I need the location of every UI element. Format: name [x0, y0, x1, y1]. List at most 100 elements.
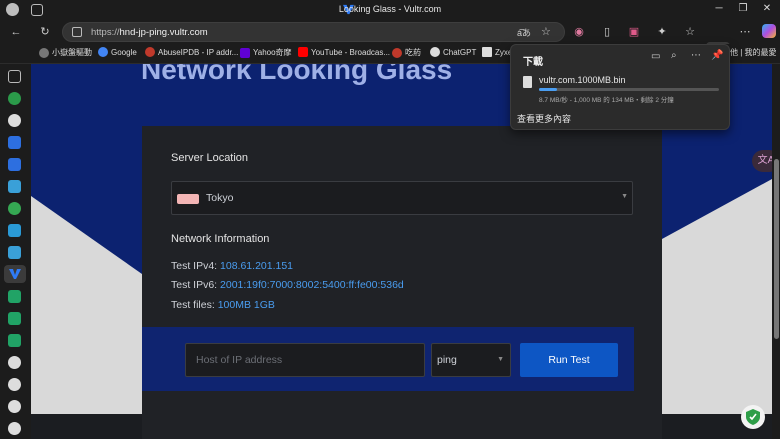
location-value: Tokyo [206, 192, 234, 204]
tab-icon[interactable] [8, 158, 21, 171]
location-select[interactable]: Tokyo ▼ [171, 181, 633, 215]
pin-icon[interactable]: 📌 [711, 50, 723, 61]
bookmark-item-favorites[interactable]: 他 | 我的最愛 [730, 47, 777, 58]
bookmark-label: 小嶽盤驅動 [52, 48, 92, 57]
translate-fab-icon[interactable]: 文A [752, 150, 772, 172]
file-icon [523, 76, 532, 88]
bookmark-item[interactable]: 小嶽盤驅動 [39, 47, 92, 58]
more-menu-icon[interactable]: ⋯ [737, 24, 753, 40]
title-bar: Looking Glass - Vultr.com ─ ❐ ✕ [0, 0, 780, 20]
abuseipdb-icon [145, 47, 155, 57]
ipv6-row: Test IPv6: 2001:19f0:7000:8002:5400:ff:f… [171, 279, 404, 291]
restore-button[interactable]: ❐ [736, 3, 750, 14]
vultr-tab-icon [9, 269, 21, 279]
bookmark-label: Google [111, 47, 137, 57]
bookmark-label: AbuseIPDB - IP addr... [158, 47, 239, 57]
download-file-name[interactable]: vultr.com.1000MB.bin [539, 75, 626, 85]
window-title: Looking Glass - Vultr.com [338, 4, 442, 14]
tab-icon[interactable] [8, 290, 21, 303]
dropdown-caret-icon: ▼ [497, 356, 504, 363]
tab-sidebar [0, 64, 31, 439]
url-text[interactable]: https://hnd-jp-ping.vultr.com [91, 27, 208, 38]
ipv6-link[interactable]: 2001:19f0:7000:8002:5400:ff:fe00:536d [220, 279, 404, 291]
tab-icon[interactable] [8, 400, 21, 413]
tab-icon[interactable] [8, 356, 21, 369]
favorite-star-icon[interactable]: ☆ [541, 25, 551, 38]
tab-icon[interactable] [8, 246, 21, 259]
read-aloud-icon[interactable]: a͡あ [517, 26, 531, 39]
tab-icon[interactable] [8, 312, 21, 325]
bookmark-item[interactable]: YouTube - Broadcas... [298, 47, 390, 57]
ipv4-label: Test IPv4: [171, 260, 218, 272]
host-input[interactable]: Host of IP address [185, 343, 425, 377]
bookmark-item[interactable]: Zyxe [482, 47, 512, 57]
zyxel-icon [482, 47, 492, 57]
method-select[interactable]: ping ▼ [431, 343, 511, 377]
ipv4-link[interactable]: 108.61.201.151 [220, 260, 293, 272]
japan-flag-icon [177, 194, 199, 204]
tab-icon[interactable] [8, 378, 21, 391]
tab-icon[interactable] [8, 202, 21, 215]
tab-icon[interactable] [8, 70, 21, 83]
extension-mouse-icon[interactable]: ▯ [599, 24, 615, 40]
bookmark-label: YouTube - Broadcas... [311, 47, 391, 57]
server-location-heading: Server Location [171, 152, 249, 164]
google-icon [98, 47, 108, 57]
network-info-heading: Network Information [171, 233, 270, 245]
minimize-button[interactable]: ─ [712, 3, 726, 14]
tab-icon[interactable] [8, 92, 21, 105]
bookmark-item[interactable]: Google [98, 47, 137, 57]
bookmark-label: 吃葯 [405, 48, 421, 57]
page-title: Network Looking Glass [141, 64, 453, 85]
back-icon[interactable]: ← [8, 24, 24, 40]
see-more-link[interactable]: 查看更多內容 [517, 112, 571, 125]
browser-toolbar: ← ↻ https://hnd-jp-ping.vultr.com a͡あ ☆ … [0, 20, 780, 62]
downloads-title: 下載 [523, 57, 543, 68]
site-info-icon[interactable] [72, 27, 82, 37]
active-tab-highlight[interactable] [4, 265, 26, 283]
test-files-row: Test files: 100MB 1GB [171, 299, 275, 311]
tab-icon[interactable] [8, 114, 21, 127]
favorites-icon[interactable]: ☆ [682, 24, 698, 40]
bookmark-favicon [39, 47, 49, 58]
tab-icon[interactable] [8, 334, 21, 347]
extensions-icon[interactable]: ✦ [654, 24, 670, 40]
tab-icon[interactable] [8, 180, 21, 193]
search-icon[interactable]: ⌕ [671, 50, 677, 61]
file-100mb-link[interactable]: 100MB [218, 299, 251, 311]
yahoo-icon [240, 47, 250, 58]
url-prefix: https:// [91, 27, 120, 38]
youtube-icon [298, 47, 308, 57]
host-placeholder: Host of IP address [196, 354, 283, 366]
download-progress-fill [539, 88, 557, 91]
address-bar[interactable]: https://hnd-jp-ping.vultr.com a͡あ ☆ [62, 22, 565, 42]
tab-icon[interactable] [8, 136, 21, 149]
more-options-icon[interactable]: ⋯ [691, 50, 701, 61]
ipv4-row: Test IPv4: 108.61.201.151 [171, 260, 293, 272]
bookmark-label: ChatGPT [443, 47, 477, 57]
bookmark-item[interactable]: Yahoo奇摩 [240, 47, 292, 58]
method-value: ping [437, 354, 457, 366]
copilot-icon[interactable] [762, 24, 776, 38]
bookmark-item[interactable]: 吃葯 [392, 47, 421, 58]
bookmark-label: 他 | 我的最愛 [730, 48, 777, 57]
scrollbar-thumb[interactable] [774, 159, 779, 339]
security-shield-icon[interactable] [741, 405, 765, 429]
open-folder-icon[interactable]: ▭ [651, 51, 660, 62]
test-files-label: Test files: [171, 299, 215, 311]
tab-icon[interactable] [8, 422, 21, 435]
bookmark-favicon [392, 47, 402, 58]
download-status: 8.7 MB/秒 - 1,000 MB 的 134 MB・剩餘 2 分鐘 [539, 97, 674, 104]
close-button[interactable]: ✕ [760, 3, 774, 14]
bookmark-label: Yahoo奇摩 [253, 48, 292, 57]
bookmark-item[interactable]: ChatGPT [430, 47, 476, 57]
bookmark-item[interactable]: AbuseIPDB - IP addr... [145, 47, 238, 57]
tab-icon[interactable] [8, 224, 21, 237]
run-test-button[interactable]: Run Test [520, 343, 618, 377]
dropdown-caret-icon: ▼ [621, 193, 628, 200]
extension-translate-icon[interactable]: ▣ [626, 24, 642, 40]
reload-icon[interactable]: ↻ [37, 24, 53, 40]
page-scrollbar[interactable] [772, 64, 780, 439]
extension-cat-icon[interactable]: ◉ [571, 24, 587, 40]
file-1gb-link[interactable]: 1GB [254, 299, 275, 311]
